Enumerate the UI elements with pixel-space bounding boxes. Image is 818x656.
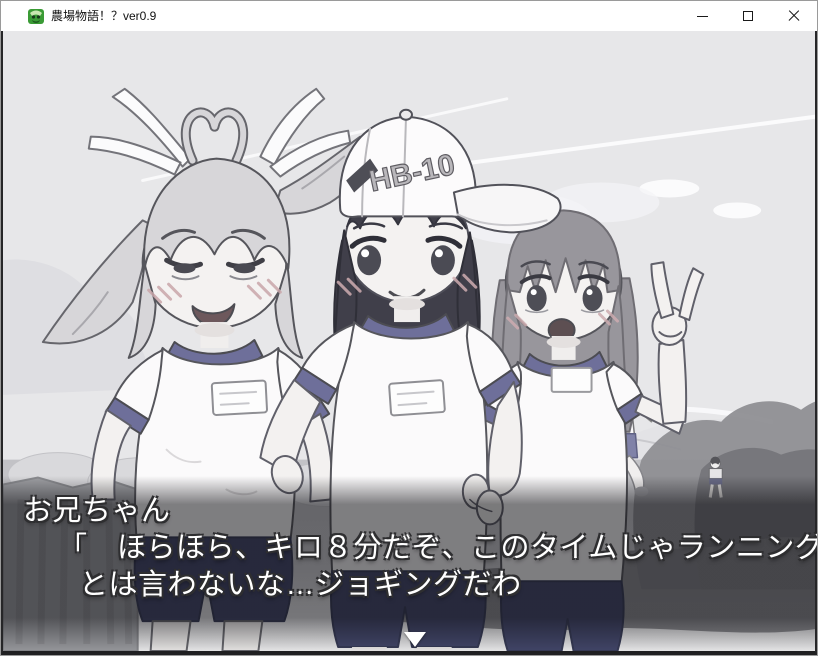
dialogue-line: とは言わないな…ジョギングだわ <box>3 567 815 604</box>
window-controls <box>679 1 817 31</box>
dialogue-line: 「 ほらほら、キロ８分だぞ、このタイムじゃランニング <box>3 530 815 567</box>
minimize-button[interactable] <box>679 1 725 31</box>
title-bar[interactable]: 農場物語！？ver0.9 <box>1 1 817 31</box>
close-icon <box>788 10 800 22</box>
game-window: 農場物語！？ver0.9 <box>0 0 818 656</box>
maximize-button[interactable] <box>725 1 771 31</box>
continue-indicator <box>404 632 426 647</box>
minimize-icon <box>697 16 708 17</box>
dialogue-speaker: お兄ちゃん <box>3 493 815 530</box>
maximize-icon <box>743 11 753 21</box>
window-title: 農場物語！？ver0.9 <box>51 1 156 31</box>
dialogue-text: お兄ちゃん 「 ほらほら、キロ８分だぞ、このタイムじゃランニング とは言わないな… <box>3 493 815 604</box>
close-button[interactable] <box>771 1 817 31</box>
app-icon <box>27 7 45 25</box>
game-viewport[interactable]: HB-10 <box>1 31 817 655</box>
